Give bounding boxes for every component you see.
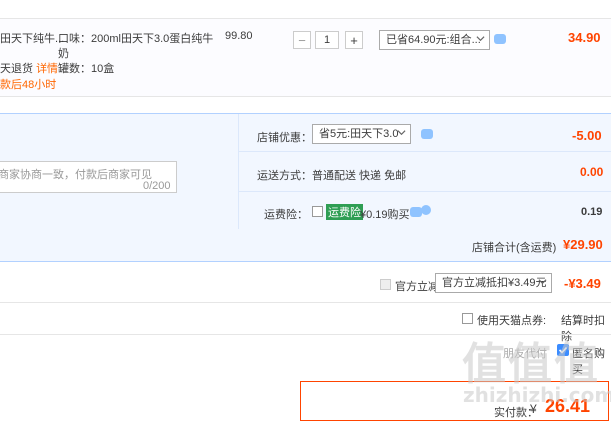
qty-plus-button[interactable]: + bbox=[345, 31, 363, 49]
coupon-checkbox[interactable] bbox=[462, 313, 473, 324]
spec-count: 罐数：10盒 bbox=[58, 63, 115, 75]
promo-select-value: 已省64.90元:组合... bbox=[386, 34, 481, 46]
qty-minus-button[interactable]: − bbox=[293, 31, 311, 49]
insurance-text: ¥0.19购买 bbox=[360, 209, 410, 221]
spec-flavor-cont: 奶 bbox=[58, 48, 69, 60]
item-shipping-policy: 天退货 详情 bbox=[0, 60, 58, 76]
divider bbox=[0, 302, 611, 303]
buyer-message-counter: 0/200 bbox=[143, 180, 171, 192]
shop-total-label: 店铺合计(含运费) bbox=[472, 242, 557, 254]
divider bbox=[239, 191, 611, 192]
shop-discount-select-value: 省5元:田天下3.0 bbox=[319, 128, 399, 140]
insurance-checkbox[interactable] bbox=[312, 206, 323, 217]
delivery-price: 0.00 bbox=[580, 165, 604, 179]
insurance-price: 0.19 bbox=[581, 206, 603, 218]
qty-input[interactable]: 1 bbox=[315, 31, 339, 49]
promo-select[interactable]: 已省64.90元:组合... bbox=[379, 30, 490, 50]
chevron-down-icon bbox=[538, 279, 547, 285]
details-link[interactable]: 详情 bbox=[36, 63, 58, 75]
item-subtotal: 34.90 bbox=[568, 30, 601, 45]
shop-total-value: ¥29.90 bbox=[563, 237, 603, 252]
unit-price: 99.80 bbox=[225, 30, 253, 42]
divider bbox=[238, 114, 239, 229]
help-icon[interactable] bbox=[421, 205, 431, 215]
shop-discount-select[interactable]: 省5元:田天下3.0 bbox=[312, 124, 411, 144]
official-discount-select[interactable]: 官方立减抵扣¥3.49元 bbox=[435, 273, 552, 293]
shipping-policy-text: 天退货 bbox=[0, 63, 33, 75]
spec-flavor: 口味：200ml田天下3.0蛋白纯牛 bbox=[58, 33, 214, 45]
message-icon[interactable] bbox=[494, 34, 506, 44]
official-discount-label: 官方立减 bbox=[395, 281, 439, 293]
watermark-site: zhizhizhi.com bbox=[463, 383, 611, 407]
buyer-message-placeholder: 商家协商一致，付款后商家可见 bbox=[0, 169, 152, 181]
official-discount-value: -¥3.49 bbox=[564, 276, 601, 291]
official-discount-checkbox[interactable] bbox=[380, 279, 391, 290]
ship-time: 款后48小时 bbox=[0, 79, 57, 91]
shop-discount-label: 店铺优惠： bbox=[257, 132, 312, 144]
divider bbox=[239, 151, 611, 152]
message-icon[interactable] bbox=[421, 129, 433, 139]
delivery-label: 运送方式： bbox=[257, 170, 312, 182]
chevron-down-icon bbox=[397, 130, 406, 136]
item-title[interactable]: 田天下纯牛... bbox=[0, 30, 64, 46]
shop-discount-value: -5.00 bbox=[572, 128, 602, 143]
chevron-down-icon bbox=[476, 36, 485, 42]
official-discount-select-value: 官方立减抵扣¥3.49元 bbox=[442, 277, 547, 289]
coupon-label: 使用天猫点券: bbox=[477, 315, 547, 327]
delivery-value: 普通配送 快递 免邮 bbox=[312, 170, 407, 182]
insurance-badge: 运费险 bbox=[326, 204, 363, 220]
insurance-label: 运费险： bbox=[264, 209, 308, 221]
